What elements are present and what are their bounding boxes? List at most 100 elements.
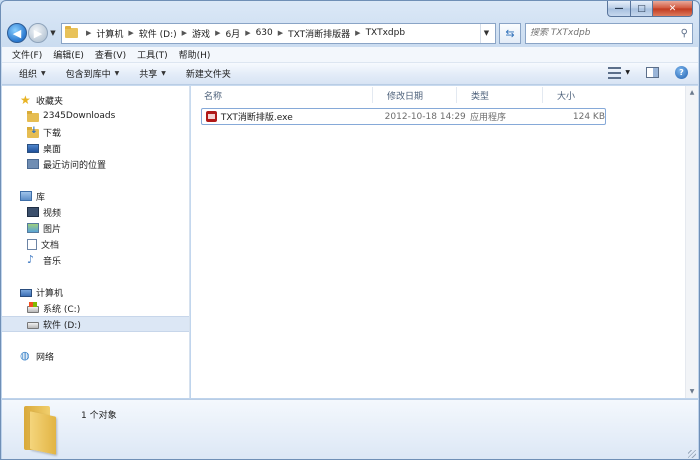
nav-item-label: 视频 [43, 208, 62, 219]
view-options-icon[interactable] [608, 66, 622, 79]
nav-libraries-label: 库 [36, 192, 46, 203]
nav-item-recent-places[interactable]: 最近访问的位置 [2, 156, 189, 172]
nav-network[interactable]: ◍ 网络 [2, 348, 189, 364]
breadcrumb-app-folder[interactable]: TXT消断排版器 [288, 27, 350, 40]
file-date: 2012-10-18 14:29 [384, 111, 466, 122]
large-folder-icon [24, 406, 64, 455]
recent-places-icon [27, 159, 39, 169]
menu-help[interactable]: 帮助(H) [179, 48, 211, 61]
nav-item-2345downloads[interactable]: 2345Downloads [2, 108, 189, 124]
new-folder-button[interactable]: 新建文件夹 [186, 67, 231, 80]
maximize-button[interactable]: □ [631, 1, 653, 17]
menu-bar: 文件(F) 编辑(E) 查看(V) 工具(T) 帮助(H) [2, 47, 698, 63]
nav-item-label: 2345Downloads [43, 111, 116, 121]
address-bar[interactable]: ▶ 计算机 ▶ 软件 (D:) ▶ 游戏 ▶ 6月 ▶ 630 ▶ TXT消断排… [61, 22, 496, 44]
share-button[interactable]: 共享 ▼ [139, 67, 166, 80]
breadcrumb-computer[interactable]: 计算机 [96, 27, 123, 40]
address-row: ◀ ▶ ▼ ▶ 计算机 ▶ 软件 (D:) ▶ 游戏 ▶ 6月 ▶ 630 ▶ … [7, 21, 693, 45]
organize-label: 组织 [19, 70, 38, 80]
breadcrumb-drive-d[interactable]: 软件 (D:) [139, 27, 177, 40]
column-header-size[interactable]: 大小 [543, 87, 603, 103]
nav-item-drive-d[interactable]: 软件 (D:) [2, 316, 189, 332]
breadcrumb-june[interactable]: 6月 [225, 27, 240, 40]
nav-item-music[interactable]: ♪ 音乐 [2, 252, 189, 268]
nav-computer[interactable]: 计算机 [2, 284, 189, 300]
refresh-button[interactable]: ⇆ [499, 22, 521, 44]
folder-icon [27, 110, 39, 122]
nav-item-drive-c[interactable]: 系统 (C:) [2, 300, 189, 316]
column-header-type[interactable]: 类型 [457, 87, 543, 103]
column-header-date[interactable]: 修改日期 [373, 87, 457, 103]
chevron-right-icon[interactable]: ▶ [86, 29, 91, 37]
nav-item-downloads[interactable]: 下载 [2, 124, 189, 140]
menu-file[interactable]: 文件(F) [12, 48, 42, 61]
breadcrumb-games[interactable]: 游戏 [192, 27, 210, 40]
view-dropdown[interactable]: ▼ [625, 69, 630, 76]
item-count: 1 个对象 [81, 411, 117, 421]
nav-item-videos[interactable]: 视频 [2, 204, 189, 220]
back-button[interactable]: ◀ [7, 23, 27, 43]
address-history-dropdown[interactable]: ▼ [480, 23, 492, 43]
breadcrumb-current[interactable]: TXTxdpb [366, 28, 405, 38]
scroll-down-icon[interactable]: ▼ [686, 385, 698, 398]
nav-item-documents[interactable]: 文档 [2, 236, 189, 252]
arrow-right-icon: ▶ [33, 26, 43, 40]
command-bar: 组织 ▼ 包含到库中 ▼ 共享 ▼ 新建文件夹 ▼ ? [2, 63, 698, 85]
nav-item-label: 桌面 [43, 144, 62, 155]
network-icon: ◍ [20, 349, 30, 362]
vertical-scrollbar[interactable]: ▲ ▼ [685, 86, 698, 398]
video-icon [27, 207, 39, 217]
nav-network-label: 网络 [36, 352, 55, 363]
nav-item-desktop[interactable]: 桌面 [2, 140, 189, 156]
nav-libraries[interactable]: 库 [2, 188, 189, 204]
minimize-button[interactable]: — [607, 1, 631, 17]
chevron-right-icon[interactable]: ▶ [245, 29, 250, 37]
help-icon[interactable]: ? [675, 66, 688, 79]
chevron-down-icon: ▼ [161, 70, 166, 77]
desktop-icon [27, 144, 39, 153]
downloads-folder-icon [27, 126, 39, 138]
file-row[interactable]: TXT消断排版.exe 2012-10-18 14:29 应用程序 124 KB [201, 108, 606, 125]
chevron-down-icon: ▼ [114, 70, 120, 77]
forward-button[interactable]: ▶ [28, 23, 48, 43]
nav-item-label: 下载 [43, 128, 62, 139]
view-controls: ▼ ? [608, 66, 688, 79]
nav-item-pictures[interactable]: 图片 [2, 220, 189, 236]
breadcrumb-630[interactable]: 630 [256, 28, 273, 38]
menu-edit[interactable]: 编辑(E) [53, 48, 84, 61]
navigation-pane: ★ 收藏夹 2345Downloads 下载 桌面 最近访问的位置 库 视频 [2, 86, 190, 398]
system-drive-icon [27, 302, 39, 313]
chevron-right-icon[interactable]: ▶ [278, 29, 283, 37]
resize-grip-icon[interactable] [688, 450, 696, 458]
file-type: 应用程序 [470, 113, 507, 123]
drive-icon [27, 322, 39, 329]
close-button[interactable]: ✕ [653, 1, 693, 17]
arrow-left-icon: ◀ [12, 26, 22, 40]
preview-pane-icon[interactable] [646, 67, 659, 78]
scroll-up-icon[interactable]: ▲ [686, 86, 698, 99]
nav-item-label: 系统 (C:) [43, 304, 81, 315]
computer-icon [20, 288, 32, 297]
file-list-pane: 名称 修改日期 类型 大小 TXT消断排版.exe 2012-10-18 14:… [191, 86, 698, 398]
search-input[interactable] [530, 28, 670, 38]
include-in-library-button[interactable]: 包含到库中 ▼ [66, 67, 120, 80]
library-icon [20, 191, 32, 201]
recent-pages-dropdown[interactable]: ▼ [48, 29, 58, 37]
chevron-right-icon[interactable]: ▶ [128, 29, 133, 37]
nav-favorites[interactable]: ★ 收藏夹 [2, 92, 189, 108]
chevron-right-icon[interactable]: ▶ [215, 29, 220, 37]
organize-button[interactable]: 组织 ▼ [19, 67, 46, 80]
chevron-right-icon[interactable]: ▶ [182, 29, 187, 37]
chevron-right-icon[interactable]: ▶ [355, 29, 360, 37]
nav-item-label: 图片 [43, 224, 62, 235]
column-headers: 名称 修改日期 类型 大小 [191, 87, 684, 103]
column-header-name[interactable]: 名称 [191, 87, 373, 103]
search-box[interactable]: ⚲ [525, 22, 693, 44]
nav-item-label: 音乐 [43, 256, 62, 267]
chevron-down-icon: ▼ [41, 70, 46, 77]
menu-tools[interactable]: 工具(T) [137, 48, 168, 61]
menu-view[interactable]: 查看(V) [95, 48, 126, 61]
details-pane: 1 个对象 [2, 399, 698, 459]
search-icon[interactable]: ⚲ [681, 28, 688, 39]
nav-item-label: 文档 [41, 240, 60, 251]
